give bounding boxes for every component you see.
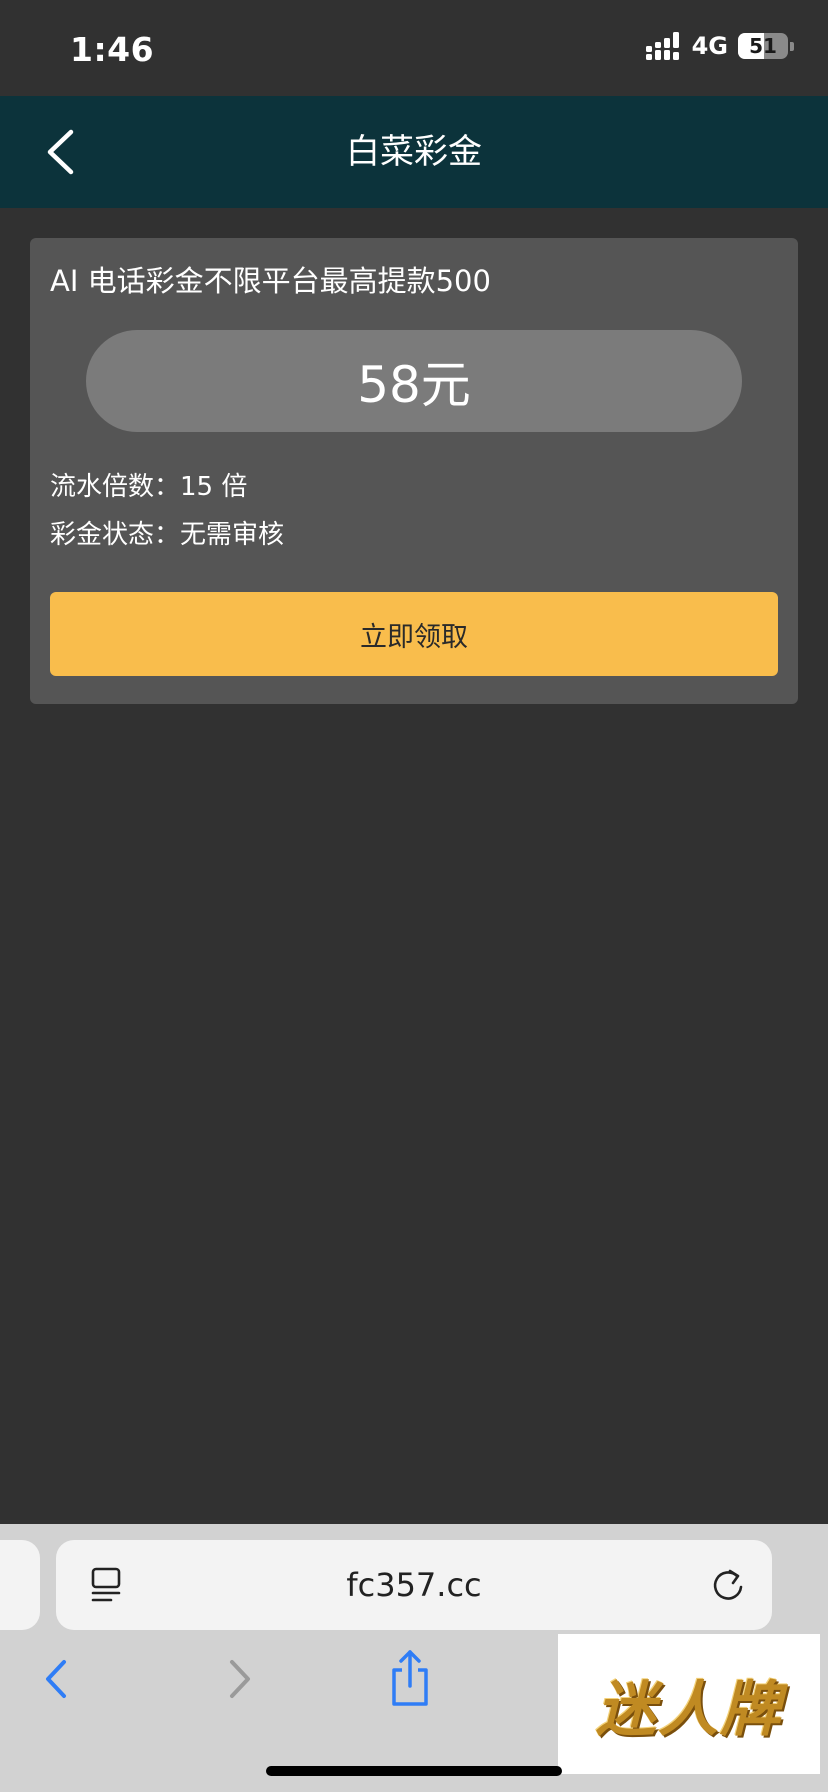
home-indicator: [266, 1766, 562, 1776]
back-button[interactable]: [30, 122, 90, 182]
share-icon[interactable]: [384, 1648, 436, 1708]
claim-button[interactable]: 立即领取: [50, 592, 778, 676]
status-bar: 1:46 4G 51: [0, 0, 828, 96]
watermark-logo: 迷人牌: [558, 1634, 820, 1774]
turnover-row: 流水倍数：15 倍: [50, 466, 247, 503]
browser-forward-icon[interactable]: [218, 1654, 258, 1704]
status-indicators: 4G 51: [645, 32, 794, 60]
signal-icon: [645, 32, 679, 60]
browser-back-icon[interactable]: [38, 1654, 78, 1704]
previous-tab[interactable]: [0, 1540, 40, 1630]
status-label: 彩金状态：: [50, 520, 181, 550]
bonus-card: AI 电话彩金不限平台最高提款500 58元 流水倍数：15 倍 彩金状态：无需…: [30, 238, 798, 704]
nav-bar: 白菜彩金: [0, 96, 828, 208]
network-label: 4G: [691, 32, 728, 60]
page-title: 白菜彩金: [346, 132, 482, 172]
bonus-amount: 58元: [86, 330, 742, 432]
status-time: 1:46: [70, 30, 155, 69]
address-bar[interactable]: fc357.cc: [56, 1540, 772, 1630]
chevron-left-icon: [47, 129, 74, 175]
bonus-title: AI 电话彩金不限平台最高提款500: [50, 264, 491, 298]
screen: 1:46 4G 51 白菜彩金 AI 电话彩金不限平台最高提款500 58元 流…: [0, 0, 828, 1792]
url-text[interactable]: fc357.cc: [56, 1540, 772, 1630]
battery-cap: [790, 41, 794, 51]
reload-icon[interactable]: [710, 1567, 746, 1603]
battery-icon: 51: [738, 33, 788, 59]
battery-level: 51: [749, 34, 777, 58]
turnover-value: 15 倍: [180, 472, 248, 502]
status-value: 无需审核: [180, 520, 285, 550]
watermark-text: 迷人牌: [596, 1674, 782, 1745]
turnover-label: 流水倍数：: [50, 472, 181, 502]
status-row: 彩金状态：无需审核: [50, 514, 284, 551]
